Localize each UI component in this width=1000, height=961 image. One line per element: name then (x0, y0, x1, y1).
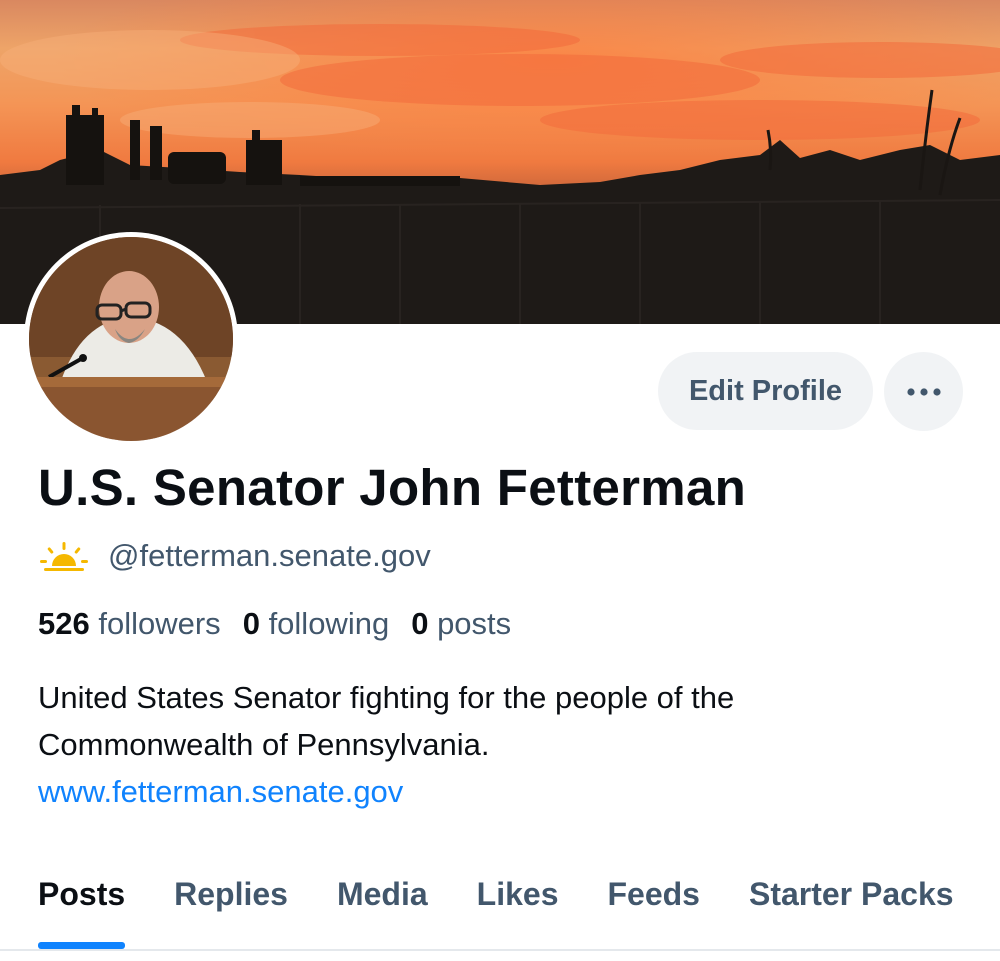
sunrise-icon (40, 542, 88, 571)
profile-bio: United States Senator fighting for the p… (38, 680, 735, 762)
profile-stats: 526 followers 0 following 0 posts (38, 602, 533, 646)
profile-tabs: Posts Replies Media Likes Feeds Starter … (0, 858, 1000, 950)
tab-label: Posts (38, 876, 126, 912)
tab-posts[interactable]: Posts (38, 858, 126, 950)
posts-count: 0 (411, 606, 429, 641)
tab-label: Starter Packs (748, 876, 954, 912)
avatar[interactable] (24, 232, 238, 446)
more-options-icon (906, 387, 941, 396)
tab-label: Replies (174, 876, 288, 912)
more-options-button[interactable] (884, 352, 963, 431)
tab-starter-packs[interactable]: Starter Packs (749, 858, 954, 950)
website-link[interactable]: www.fetterman.senate.gov (38, 768, 403, 815)
following-label: following (268, 606, 390, 641)
followers-stat[interactable]: 526 followers (38, 606, 221, 642)
tab-label: Media (336, 876, 428, 912)
followers-count: 526 (38, 606, 90, 641)
tab-label: Feeds (607, 876, 700, 912)
tab-replies[interactable]: Replies (174, 858, 288, 950)
following-count: 0 (242, 606, 260, 641)
display-name: U.S. Senator John Fetterman (38, 459, 747, 516)
edit-profile-button[interactable]: Edit Profile (658, 352, 873, 430)
followers-label: followers (98, 606, 221, 641)
tab-feeds[interactable]: Feeds (607, 858, 699, 950)
posts-stat: 0 posts (411, 606, 511, 642)
tabs-divider (0, 949, 1000, 951)
tab-media[interactable]: Media (337, 858, 428, 950)
tab-likes[interactable]: Likes (477, 858, 559, 950)
user-handle[interactable]: @fetterman.senate.gov (108, 538, 431, 574)
tab-label: Likes (476, 876, 559, 912)
avatar-photo (29, 237, 233, 441)
profile-page: Edit Profile U.S. Senator John Fetterman… (0, 0, 1000, 961)
active-tab-indicator (38, 942, 126, 949)
handle-row: @fetterman.senate.gov (38, 532, 431, 580)
following-stat[interactable]: 0 following (243, 606, 390, 642)
posts-label: posts (437, 606, 512, 641)
